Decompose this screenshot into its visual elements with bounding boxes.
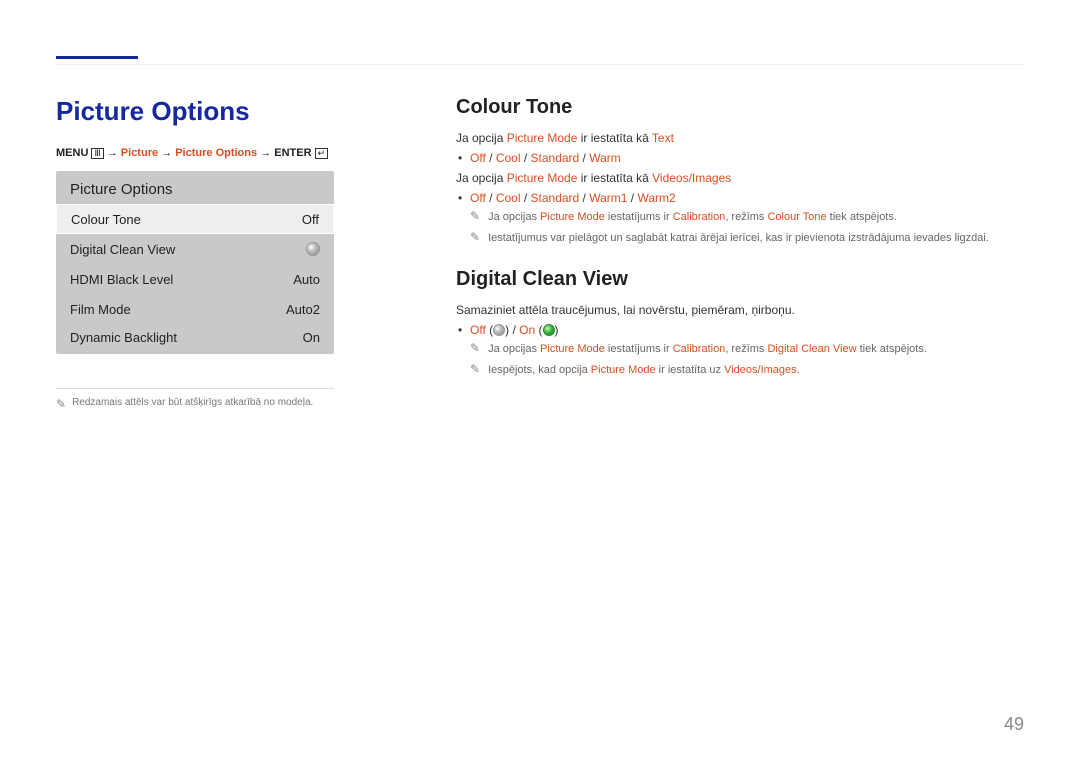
opt: Warm1 [589, 191, 627, 205]
breadcrumb-picture-options: Picture Options [175, 147, 257, 159]
txt: Ja opcija [456, 131, 507, 145]
colour-tone-note2: ✎ Iestatījumus var pielāgot un saglabāt … [470, 230, 1024, 247]
hl: Calibration [673, 211, 726, 223]
note-text: Ja opcijas Picture Mode iestatījums ir C… [488, 209, 1024, 226]
panel-row-value: Off [302, 212, 319, 227]
note-icon: ✎ [470, 342, 480, 358]
panel-row-label: Colour Tone [71, 212, 141, 227]
page-content: Picture Options MENU Ⅲ → Picture → Pictu… [0, 0, 1080, 450]
hl: Picture Mode [540, 211, 605, 223]
colour-tone-opts2: Off / Cool / Standard / Warm1 / Warm2 [470, 191, 1024, 205]
colour-tone-section: Colour Tone Ja opcija Picture Mode ir ie… [456, 96, 1024, 246]
colour-tone-opts1: Off / Cool / Standard / Warm [470, 151, 1024, 165]
opt: Standard [531, 191, 580, 205]
opt: On [519, 323, 535, 337]
dcv-section: Digital Clean View Samaziniet attēla tra… [456, 268, 1024, 378]
section-title: Picture Options [56, 96, 386, 127]
dcv-note1: ✎ Ja opcijas Picture Mode iestatījums ir… [470, 341, 1024, 358]
txt: tiek atspējots. [857, 343, 927, 355]
colour-tone-heading: Colour Tone [456, 96, 1024, 119]
opt: Cool [496, 191, 521, 205]
hl: Picture Mode [507, 131, 578, 145]
hl: Digital Clean View [767, 343, 856, 355]
note-icon: ✎ [470, 363, 480, 379]
colour-tone-note1: ✎ Ja opcijas Picture Mode iestatījums ir… [470, 209, 1024, 226]
opt: Off [470, 323, 486, 337]
txt: ir iestatīta uz [656, 364, 724, 376]
left-column: Picture Options MENU Ⅲ → Picture → Pictu… [56, 48, 386, 410]
txt: Ja opcija [456, 171, 507, 185]
divider [56, 388, 334, 389]
txt: iestatījums ir [605, 343, 673, 355]
breadcrumb-picture: Picture [121, 147, 158, 159]
breadcrumb-menu: MENU [56, 147, 88, 159]
panel-row-label: Film Mode [70, 302, 131, 317]
panel-row-value: On [303, 330, 320, 345]
panel-row-label: Dynamic Backlight [70, 330, 177, 345]
header-accent-bar [56, 56, 138, 59]
txt: Ja opcijas [488, 211, 540, 223]
hl: Calibration [673, 343, 726, 355]
hl: Picture Mode [591, 364, 656, 376]
hl: Picture Mode [507, 171, 578, 185]
note-text: Iespējots, kad opcija Picture Mode ir ie… [488, 362, 1024, 379]
opt: Warm2 [637, 191, 675, 205]
dcv-note2: ✎ Iespējots, kad opcija Picture Mode ir … [470, 362, 1024, 379]
panel-row-label: HDMI Black Level [70, 272, 173, 287]
txt: Iespējots, kad opcija [488, 364, 591, 376]
colour-tone-line2: Ja opcija Picture Mode ir iestatīta kā V… [456, 169, 1024, 187]
hl: Picture Mode [540, 343, 605, 355]
panel-title: Picture Options [56, 171, 334, 204]
settings-panel: Picture Options Colour Tone Off Digital … [56, 171, 334, 354]
note-icon: ✎ [470, 231, 480, 247]
opt: Off [470, 191, 486, 205]
radio-off-icon [306, 242, 320, 256]
dcv-heading: Digital Clean View [456, 268, 1024, 291]
txt: tiek atspējots. [827, 211, 897, 223]
footnote-text: Redzamais attēls var būt atšķirīgs atkar… [72, 397, 313, 408]
txt: ir iestatīta kā [577, 131, 651, 145]
txt: Ja opcijas [488, 343, 540, 355]
panel-row-dcv: Digital Clean View [56, 234, 334, 264]
txt: , režīms [725, 211, 767, 223]
hl: Videos/Images [724, 364, 797, 376]
note-icon: ✎ [470, 210, 480, 226]
radio-off-icon [493, 324, 505, 336]
menu-icon: Ⅲ [91, 148, 103, 159]
enter-icon: ↵ [315, 148, 329, 159]
radio-on-icon [543, 324, 555, 336]
panel-row-backlight: Dynamic Backlight On [56, 324, 334, 354]
opt: Cool [496, 151, 521, 165]
opt: Warm [589, 151, 621, 165]
colour-tone-line1: Ja opcija Picture Mode ir iestatīta kā T… [456, 129, 1024, 147]
txt: , režīms [725, 343, 767, 355]
note-text: Iestatījumus var pielāgot un saglabāt ka… [488, 230, 1024, 247]
opt: Off [470, 151, 486, 165]
txt: ir iestatīta kā [577, 171, 652, 185]
panel-row-label: Digital Clean View [70, 242, 175, 257]
panel-row-value: Auto [293, 272, 320, 287]
footnote: ✎ Redzamais attēls var būt atšķirīgs atk… [56, 397, 386, 410]
right-column: Colour Tone Ja opcija Picture Mode ir ie… [456, 48, 1024, 410]
note-icon: ✎ [56, 398, 66, 410]
note-text: Ja opcijas Picture Mode iestatījums ir C… [488, 341, 1024, 358]
page-number: 49 [1004, 714, 1024, 735]
panel-row-hdmi: HDMI Black Level Auto [56, 264, 334, 294]
panel-row-film: Film Mode Auto2 [56, 294, 334, 324]
txt: iestatījums ir [605, 211, 673, 223]
breadcrumb-enter: ENTER [274, 147, 311, 159]
dcv-desc: Samaziniet attēla traucējumus, lai novēr… [456, 301, 1024, 319]
panel-row-value: Auto2 [286, 302, 320, 317]
txt: . [797, 364, 800, 376]
opt: Standard [531, 151, 580, 165]
dcv-options: Off () / On () [470, 323, 1024, 337]
hl: Text [652, 131, 674, 145]
hl: Colour Tone [767, 211, 826, 223]
panel-row-colour-tone: Colour Tone Off [56, 204, 334, 234]
hl: Videos/Images [652, 171, 731, 185]
breadcrumb: MENU Ⅲ → Picture → Picture Options → ENT… [56, 147, 386, 159]
